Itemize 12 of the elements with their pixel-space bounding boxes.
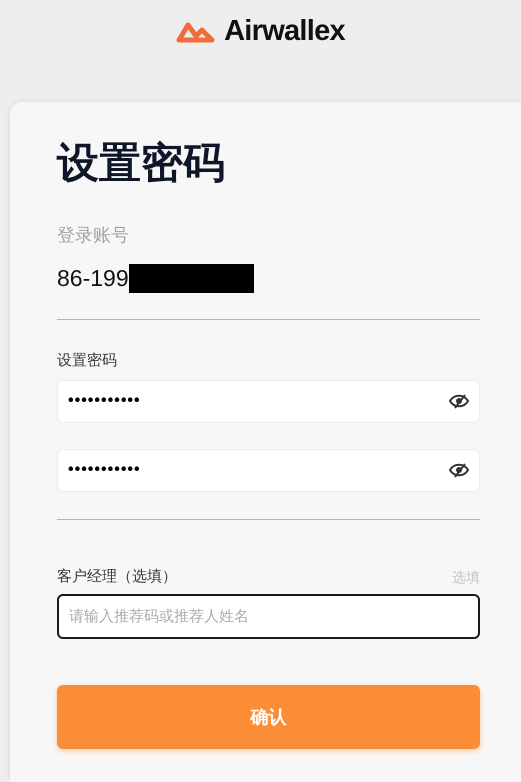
password-field[interactable]: ••••••••••• [57, 380, 480, 422]
account-label: 登录账号 [57, 224, 130, 247]
referrer-input[interactable]: 请输入推荐码或推荐人姓名 [57, 594, 480, 639]
eye-slash-icon[interactable] [449, 393, 469, 409]
password-field[interactable]: ••••••••••• [57, 448, 480, 492]
eye-slash-icon[interactable] [449, 462, 469, 478]
password-label: 设置密码 [57, 351, 118, 371]
account-number: 86-199 [57, 264, 129, 293]
brand-name: Airwallex [224, 14, 345, 50]
manager-label: 客户经理（选填） [57, 566, 177, 586]
logo-icon [176, 21, 216, 43]
page-title: 设置密码 [57, 142, 226, 184]
